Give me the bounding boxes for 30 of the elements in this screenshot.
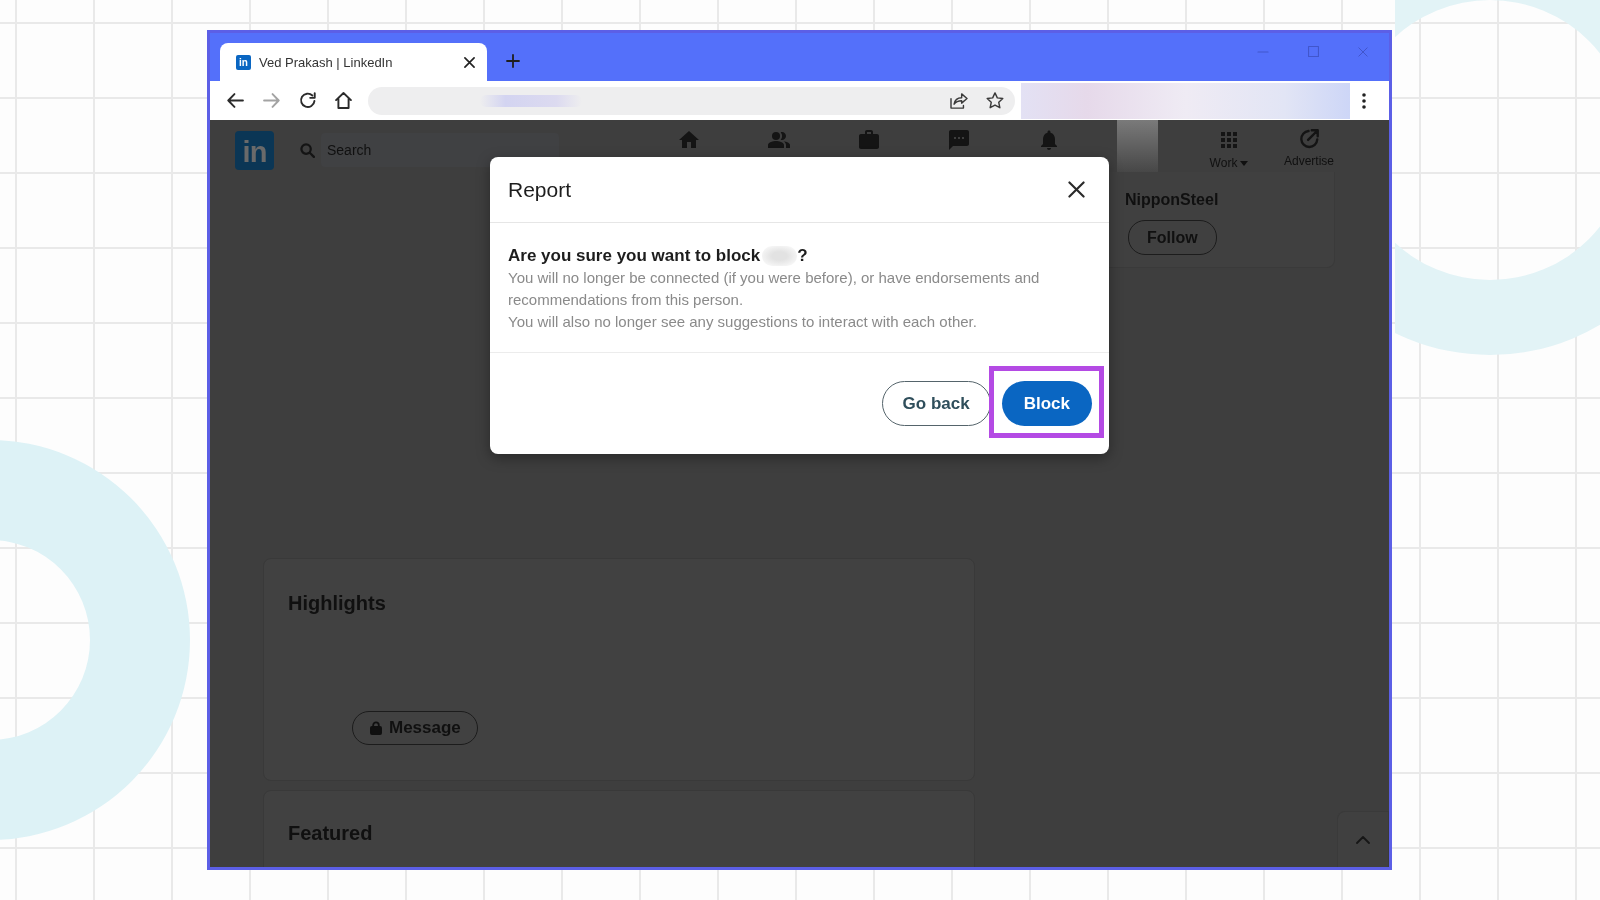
chevron-up-icon: [1356, 835, 1370, 844]
dialog-message: You will also no longer see any suggestions to interact with each other.: [508, 312, 978, 332]
plus-icon[interactable]: [506, 54, 520, 68]
logo[interactable]: in: [235, 131, 274, 170]
close-icon[interactable]: [1068, 181, 1085, 198]
menu-dots-icon[interactable]: [1362, 92, 1366, 109]
chat-bubble-icon[interactable]: [947, 128, 971, 152]
briefcase-icon[interactable]: [857, 128, 881, 152]
dialog-question: Are you sure you want to block: [508, 245, 761, 267]
share-icon[interactable]: [950, 92, 968, 109]
star-icon[interactable]: [986, 92, 1004, 109]
maximize-icon[interactable]: [1308, 46, 1319, 57]
block-button[interactable]: Block: [1001, 381, 1092, 426]
address-field[interactable]: [368, 86, 1015, 115]
lock-icon: [370, 721, 382, 735]
blurred-avatar-placeholder[interactable]: [1117, 120, 1158, 172]
dialog-title: Report: [508, 177, 572, 202]
blurred-name-placeholder: [762, 246, 798, 266]
arrow-circle-icon: [1298, 128, 1320, 150]
browser-tab[interactable]: in Ved Prakash | LinkedIn: [220, 43, 487, 81]
question-mark: ?: [797, 245, 808, 267]
dialog-message: You will no longer be connected (if you were before), or have endorsements and recommendations from this person.: [508, 268, 1041, 310]
arrow-left-icon[interactable]: [226, 93, 244, 108]
house-icon[interactable]: [334, 92, 352, 109]
favicon: in: [236, 54, 251, 70]
close-icon[interactable]: [464, 56, 475, 68]
collapse-button[interactable]: [1337, 811, 1389, 867]
go-back-button[interactable]: Go back: [881, 381, 991, 426]
search-icon: [300, 142, 315, 158]
reload-icon[interactable]: [298, 92, 316, 109]
